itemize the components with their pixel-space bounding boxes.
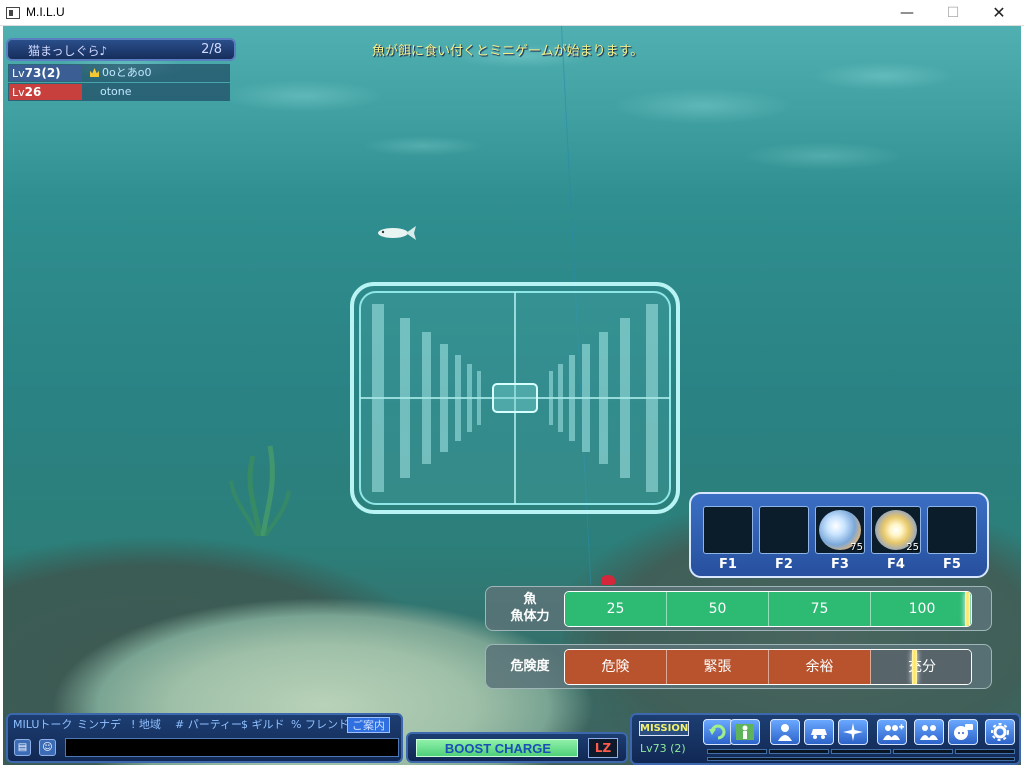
boost-label: BOOST CHARGE — [444, 741, 552, 756]
fish-stamina-meter: 魚 魚体力 25 50 75 100 — [485, 586, 992, 631]
boost-charge-bar[interactable]: BOOST CHARGE — [416, 739, 578, 757]
item-count: 75 — [850, 542, 863, 553]
chat-input[interactable] — [65, 738, 399, 757]
title-bar: M.I.L.U — ☐ ✕ — [0, 0, 1024, 26]
exp-bar — [893, 749, 953, 754]
aim-reticle — [350, 282, 680, 514]
minimize-button[interactable]: — — [884, 0, 930, 26]
player-level: Lv73 (2) — [640, 742, 686, 755]
member-name: 0oとあo0 — [102, 66, 152, 79]
party-member[interactable]: Lv73(2) 0oとあo0 — [8, 64, 230, 82]
add-friend-icon[interactable] — [877, 719, 907, 745]
skill-slot-f1[interactable] — [703, 506, 753, 554]
leader-crown-icon — [90, 68, 99, 77]
party-member[interactable]: Lv26 otone — [8, 83, 230, 101]
window-icon[interactable]: ▤ — [14, 739, 31, 756]
skill-slot-f3[interactable]: 75 — [815, 506, 865, 554]
hp-bar — [707, 757, 1015, 761]
danger-track: 危険 緊張 余裕 充分 — [564, 649, 972, 685]
skill-slot-f5[interactable] — [927, 506, 977, 554]
danger-meter: 危険度 危険 緊張 余裕 充分 — [485, 644, 992, 689]
party-name: 猫まっしぐら♪ — [28, 44, 108, 58]
settings-icon[interactable] — [985, 719, 1015, 745]
skill-bar: F1 F2 75 F3 25 F4 F5 — [689, 492, 989, 578]
meter-label: 危険度 — [510, 659, 550, 674]
fish-icon — [378, 226, 416, 240]
tab-everyone[interactable]: ミンナデ — [77, 717, 121, 733]
emote-icon[interactable]: ☺ — [39, 739, 56, 756]
seaweed — [229, 445, 291, 536]
profile-icon[interactable] — [770, 719, 800, 745]
tab-party[interactable]: # パーティー — [175, 717, 242, 733]
window-title: M.I.L.U — [26, 5, 65, 19]
exp-bar — [831, 749, 891, 754]
danger-marker — [911, 650, 917, 684]
stamina-segment: 50 — [667, 592, 769, 626]
menu-panel: MISSION Lv73 (2) — [630, 713, 1021, 765]
skill-key-label: F5 — [943, 557, 961, 572]
tab-milu-talk[interactable]: MILUトーク — [13, 717, 72, 733]
member-name: otone — [100, 85, 132, 98]
party-count: 2/8 — [201, 42, 222, 57]
item-count: 25 — [906, 542, 919, 553]
refresh-icon[interactable] — [703, 719, 733, 745]
tab-guild[interactable]: $ ギルド — [241, 717, 285, 733]
member-level: Lv26 — [9, 84, 82, 100]
stamina-segment: 75 — [769, 592, 871, 626]
danger-segment: 充分 — [871, 650, 971, 684]
skill-key-label: F1 — [719, 557, 737, 572]
hint-message: 魚が餌に食い付くとミニゲームが始まります。 — [372, 44, 644, 59]
tab-friend[interactable]: % フレンド — [291, 717, 349, 733]
stamina-marker — [965, 592, 970, 626]
danger-segment: 緊張 — [667, 650, 769, 684]
danger-segment: 余裕 — [769, 650, 871, 684]
lz-button[interactable]: LZ — [588, 738, 618, 758]
app-icon — [6, 7, 20, 19]
chat-bubble-icon[interactable] — [948, 719, 978, 745]
boost-panel: BOOST CHARGE LZ — [406, 732, 628, 763]
member-level: Lv73(2) — [9, 65, 82, 81]
party-icon[interactable] — [914, 719, 944, 745]
exp-bar — [769, 749, 829, 754]
tab-region[interactable]: ! 地域 — [131, 717, 161, 733]
stamina-track: 25 50 75 100 — [564, 591, 972, 627]
skill-key-label: F4 — [887, 557, 905, 572]
maximize-button[interactable]: ☐ — [930, 0, 976, 26]
mission-button[interactable]: MISSION — [639, 721, 689, 736]
exp-bar — [955, 749, 1015, 754]
stamina-segment: 100 — [871, 592, 971, 626]
close-button[interactable]: ✕ — [976, 0, 1022, 26]
skill-slot-f2[interactable] — [759, 506, 809, 554]
tab-guide[interactable]: ご案内 — [347, 717, 390, 733]
skill-key-label: F3 — [831, 557, 849, 572]
game-window: M.I.L.U — ☐ ✕ 魚が餌に食い付くとミニゲームが始まります。 猫まっし… — [0, 0, 1024, 768]
danger-segment: 危険 — [565, 650, 667, 684]
skill-key-label: F2 — [775, 557, 793, 572]
chat-panel: MILUトーク ミンナデ ! 地域 # パーティー $ ギルド % フレンド ご… — [6, 713, 403, 763]
stamina-segment: 25 — [565, 592, 667, 626]
party-header[interactable]: 猫まっしぐら♪ 2/8 — [6, 38, 236, 61]
sparkle-icon[interactable] — [838, 719, 868, 745]
character-icon[interactable] — [730, 719, 760, 745]
game-viewport[interactable]: 魚が餌に食い付くとミニゲームが始まります。 猫まっしぐら♪ 2/8 Lv73(2… — [3, 26, 1021, 765]
skill-slot-f4[interactable]: 25 — [871, 506, 921, 554]
lure — [601, 575, 615, 585]
vehicle-icon[interactable] — [804, 719, 834, 745]
exp-bar — [707, 749, 767, 754]
meter-label: 魚 魚体力 — [510, 592, 550, 624]
